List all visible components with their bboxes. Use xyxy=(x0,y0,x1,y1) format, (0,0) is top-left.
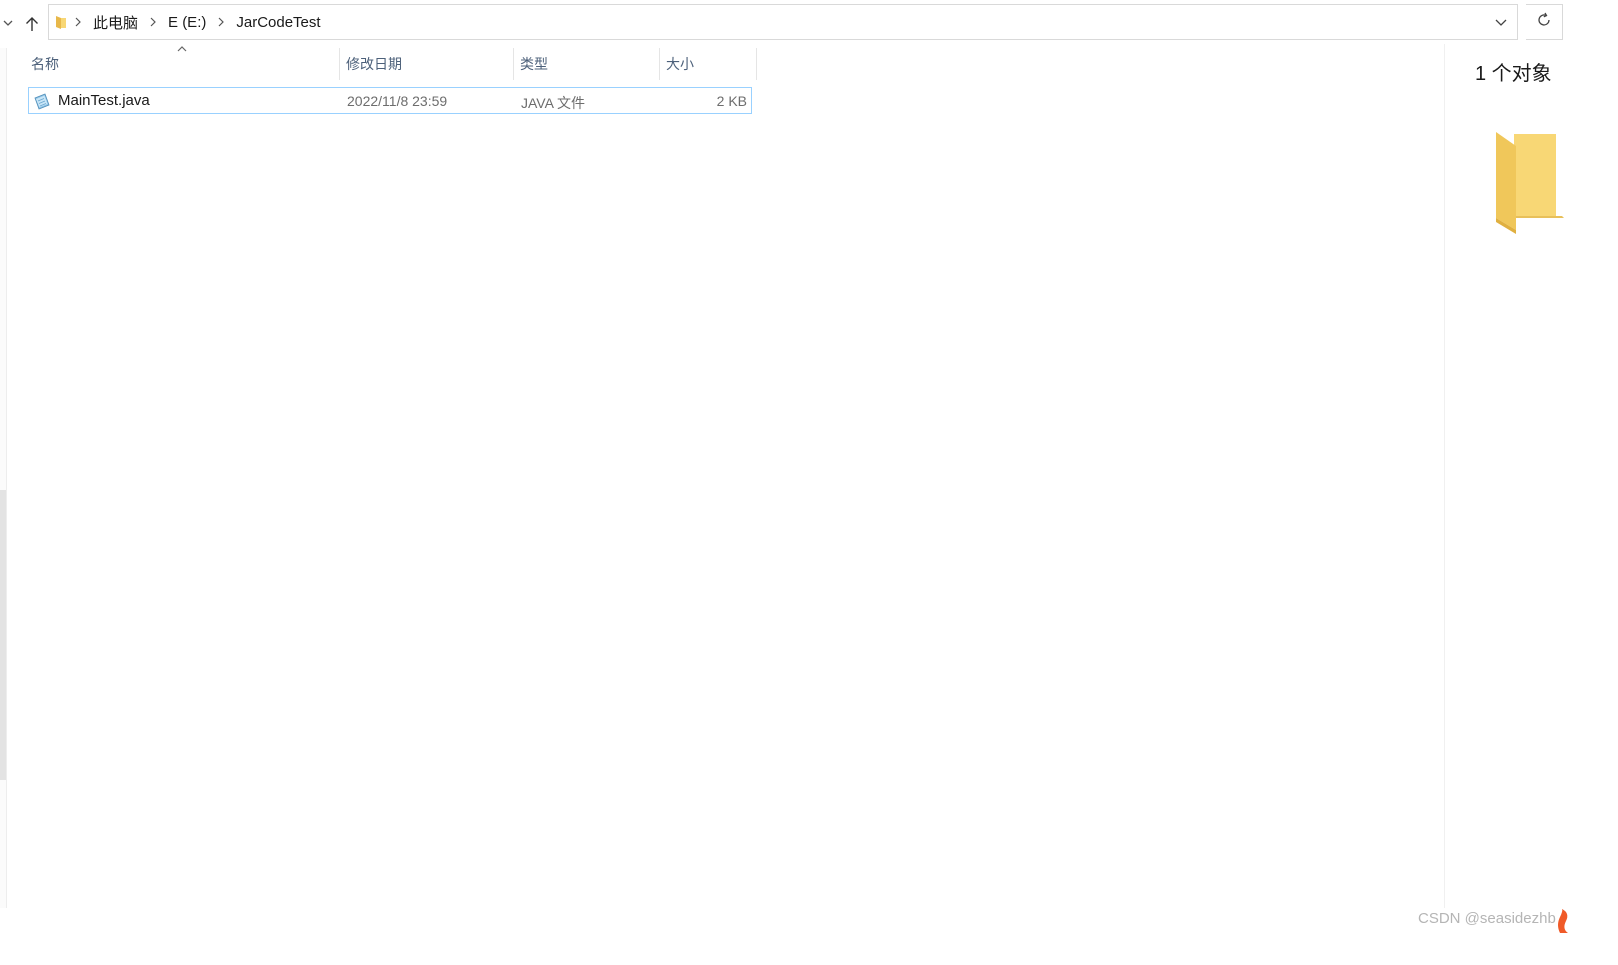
column-header-type-label: 类型 xyxy=(520,56,548,72)
watermark: CSDN @seasidezhb xyxy=(1418,910,1556,927)
column-header-date[interactable]: 修改日期 xyxy=(340,48,514,80)
large-folder-icon xyxy=(1492,128,1568,236)
file-type: JAVA 文件 xyxy=(521,95,586,111)
navigation-pane-scrollbar[interactable] xyxy=(0,490,6,780)
chevron-right-icon[interactable] xyxy=(146,12,160,32)
recent-locations-chevron-icon[interactable] xyxy=(0,10,16,36)
chevron-right-icon[interactable] xyxy=(214,12,228,32)
refresh-icon xyxy=(1536,12,1552,33)
arrow-up-icon[interactable] xyxy=(20,10,44,38)
csdn-logo-icon xyxy=(1556,905,1570,935)
column-header-name[interactable]: 名称 xyxy=(25,48,340,80)
breadcrumb-drive-e[interactable]: E (E:) xyxy=(164,14,210,31)
column-header-size[interactable]: 大小 xyxy=(660,48,757,80)
bottom-strip xyxy=(0,908,1618,965)
java-file-icon xyxy=(33,92,51,110)
refresh-button[interactable] xyxy=(1526,4,1563,40)
file-row[interactable]: MainTest.java 2022/11/8 23:59 JAVA 文件 2 … xyxy=(28,87,752,114)
breadcrumb-current-folder[interactable]: JarCodeTest xyxy=(232,14,324,31)
item-count: 1 个对象 xyxy=(1475,63,1552,85)
chevron-down-icon[interactable] xyxy=(1489,5,1513,39)
address-bar[interactable]: 此电脑 E (E:) JarCodeTest xyxy=(48,4,1518,40)
file-size: 2 KB xyxy=(716,93,747,109)
column-header-name-label: 名称 xyxy=(31,56,59,72)
column-header-size-label: 大小 xyxy=(666,56,694,72)
file-modified-date: 2022/11/8 23:59 xyxy=(347,93,448,109)
file-name: MainTest.java xyxy=(58,92,150,109)
breadcrumb-this-pc[interactable]: 此电脑 xyxy=(89,12,142,33)
chevron-right-icon[interactable] xyxy=(71,12,85,32)
column-header-type[interactable]: 类型 xyxy=(514,48,660,80)
folder-icon xyxy=(55,14,67,30)
column-header-date-label: 修改日期 xyxy=(346,56,402,72)
